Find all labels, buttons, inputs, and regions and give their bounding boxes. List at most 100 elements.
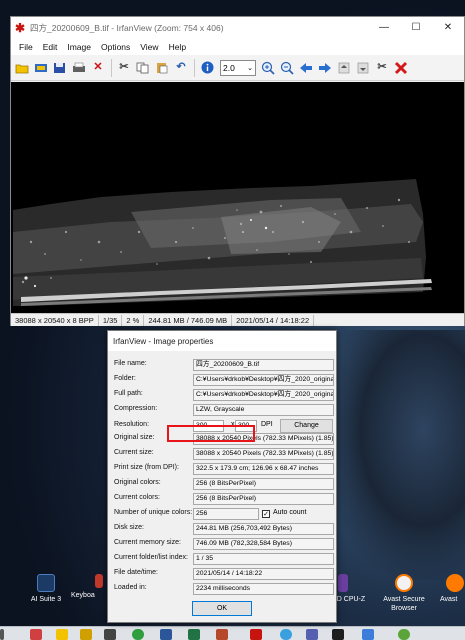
menu-options[interactable]: Options: [96, 42, 135, 52]
menu-file[interactable]: File: [14, 42, 38, 52]
highlight-box: [167, 425, 255, 442]
change-resolution-button[interactable]: Change: [280, 419, 333, 433]
keyboard-app-icon: [95, 574, 103, 588]
paste-icon[interactable]: [153, 59, 171, 77]
irfanview-taskbar-icon[interactable]: [250, 629, 262, 640]
status-index: 1/35: [99, 314, 123, 326]
prop-label: Current colors:: [114, 494, 160, 501]
prop-label: Resolution:: [114, 421, 150, 428]
desktop-icon-avast-browser[interactable]: Avast Secure Browser: [376, 574, 432, 613]
ok-button[interactable]: OK: [192, 601, 252, 616]
dialog-title: IrfanView - Image properties: [113, 336, 214, 346]
delete-icon[interactable]: ✕: [89, 59, 107, 77]
desktop-icon-label: Avast Secure Browser: [383, 596, 425, 612]
prop-value[interactable]: 四方_20200609_B.tif: [193, 359, 334, 371]
app-taskbar-icon[interactable]: [332, 629, 344, 640]
copy-icon[interactable]: [134, 59, 152, 77]
prop-value[interactable]: 322.5 x 173.9 cm; 126.96 x 68.47 inches: [193, 463, 334, 475]
prop-label: Print size (from DPI):: [114, 464, 179, 471]
desktop-icon-ai-suite[interactable]: AI Suite 3: [18, 574, 74, 604]
status-date: 2021/05/14 / 14:18:22: [232, 314, 315, 326]
prop-value[interactable]: LZW, Grayscale: [193, 404, 334, 416]
prop-label: Full path:: [114, 390, 143, 397]
taskbar-edge: [0, 629, 4, 640]
desktop-icon-keyboard[interactable]: Keyboa: [71, 574, 111, 600]
zoom-out-icon[interactable]: [278, 59, 296, 77]
menu-edit[interactable]: Edit: [38, 42, 63, 52]
image-viewport[interactable]: [11, 82, 464, 313]
prop-value[interactable]: 2234 milliseconds: [193, 583, 334, 595]
prop-label: Current size:: [114, 449, 154, 456]
app-taskbar-icon[interactable]: [306, 629, 318, 640]
dialog-title-bar[interactable]: IrfanView - Image properties: [108, 331, 336, 351]
auto-count-checkbox[interactable]: ✓: [262, 510, 270, 518]
prop-value[interactable]: 1 / 35: [193, 553, 334, 565]
prop-value[interactable]: 244.81 MB (256,703,492 Bytes): [193, 523, 334, 535]
taskbar-app-icon[interactable]: [30, 629, 42, 640]
prop-value[interactable]: 256 (8 BitsPerPixel): [193, 478, 334, 490]
desktop-icon-label: Keyboa: [71, 592, 95, 599]
taskbar: [0, 626, 465, 640]
maximize-button[interactable]: ☐: [400, 17, 432, 39]
irfanview-window: ✱ 四方_20200609_B.tif - IrfanView (Zoom: 7…: [10, 16, 465, 326]
open-icon[interactable]: [13, 59, 31, 77]
toolbar-separator: [111, 58, 112, 77]
app-taskbar-icon[interactable]: [398, 629, 410, 640]
folder-icon[interactable]: [56, 629, 68, 640]
prop-label: Original colors:: [114, 479, 161, 486]
store-icon[interactable]: [104, 629, 116, 640]
explorer-icon[interactable]: [80, 629, 92, 640]
window-title: 四方_20200609_B.tif - IrfanView (Zoom: 754…: [30, 23, 224, 33]
save-icon[interactable]: [51, 59, 69, 77]
prop-label: Original size:: [114, 434, 155, 441]
info-icon[interactable]: [198, 59, 216, 77]
slideshow-icon[interactable]: [32, 59, 50, 77]
dpi-unit: DPI: [261, 421, 273, 428]
undo-icon[interactable]: ↶: [172, 59, 190, 77]
prop-value[interactable]: 38088 x 20540 Pixels (782.33 MPixels) (1…: [193, 448, 334, 460]
last-icon[interactable]: [354, 59, 372, 77]
desktop-icon-avast[interactable]: Avast: [440, 574, 465, 604]
previous-icon[interactable]: [297, 59, 315, 77]
prop-value[interactable]: 2021/05/14 / 14:18:22: [193, 568, 334, 580]
irfanview-app-icon: ✱: [14, 21, 26, 35]
status-memory: 244.81 MB / 746.09 MB: [144, 314, 233, 326]
prop-value[interactable]: 256 (8 BitsPerPixel): [193, 493, 334, 505]
next-icon[interactable]: [316, 59, 334, 77]
settings-icon[interactable]: ✂: [373, 59, 391, 77]
status-bar: 38088 x 20540 x 8 BPP 1/35 2 % 244.81 MB…: [11, 313, 464, 326]
first-icon[interactable]: [335, 59, 353, 77]
prop-value[interactable]: 746.09 MB (782,328,584 Bytes): [193, 538, 334, 550]
excel-icon[interactable]: [188, 629, 200, 640]
prop-value[interactable]: C:¥Users¥drkob¥Desktop¥四方_2020_original¥: [193, 374, 334, 386]
auto-count-label: Auto count: [273, 509, 307, 516]
wallpaper-figure: [325, 330, 465, 580]
minimize-button[interactable]: —: [368, 17, 400, 39]
grayscale-image: [11, 82, 464, 313]
prop-label: Current folder/list index:: [114, 554, 188, 561]
prop-label: Number of unique colors:: [114, 509, 193, 516]
menu-view[interactable]: View: [135, 42, 163, 52]
chrome-icon[interactable]: [132, 629, 144, 640]
prop-value[interactable]: 256: [193, 508, 259, 520]
close-button[interactable]: ✕: [432, 17, 464, 39]
app-taskbar-icon[interactable]: [280, 629, 292, 640]
zoom-select[interactable]: 2.0 ⌄: [220, 59, 256, 76]
image-properties-dialog: IrfanView - Image properties File name: …: [107, 330, 337, 623]
cut-icon[interactable]: ✂: [115, 59, 133, 77]
zoom-in-icon[interactable]: [259, 59, 277, 77]
powerpoint-icon[interactable]: [216, 629, 228, 640]
prop-row-unique-colors: Number of unique colors: 256 ✓ Auto coun…: [114, 508, 334, 520]
prop-value[interactable]: C:¥Users¥drkob¥Desktop¥四方_2020_original¥…: [193, 389, 334, 401]
word-icon[interactable]: [160, 629, 172, 640]
ai-suite-icon: [37, 574, 55, 592]
title-bar[interactable]: ✱ 四方_20200609_B.tif - IrfanView (Zoom: 7…: [11, 17, 464, 39]
toolbar: ✕ ✂ ↶ 2.0 ⌄ ✂: [11, 55, 464, 81]
exit-icon[interactable]: [392, 59, 410, 77]
menu-help[interactable]: Help: [164, 42, 191, 52]
status-dimensions: 38088 x 20540 x 8 BPP: [11, 314, 99, 326]
menu-image[interactable]: Image: [62, 42, 96, 52]
print-icon[interactable]: [70, 59, 88, 77]
app-taskbar-icon[interactable]: [362, 629, 374, 640]
prop-label: Current memory size:: [114, 539, 181, 546]
